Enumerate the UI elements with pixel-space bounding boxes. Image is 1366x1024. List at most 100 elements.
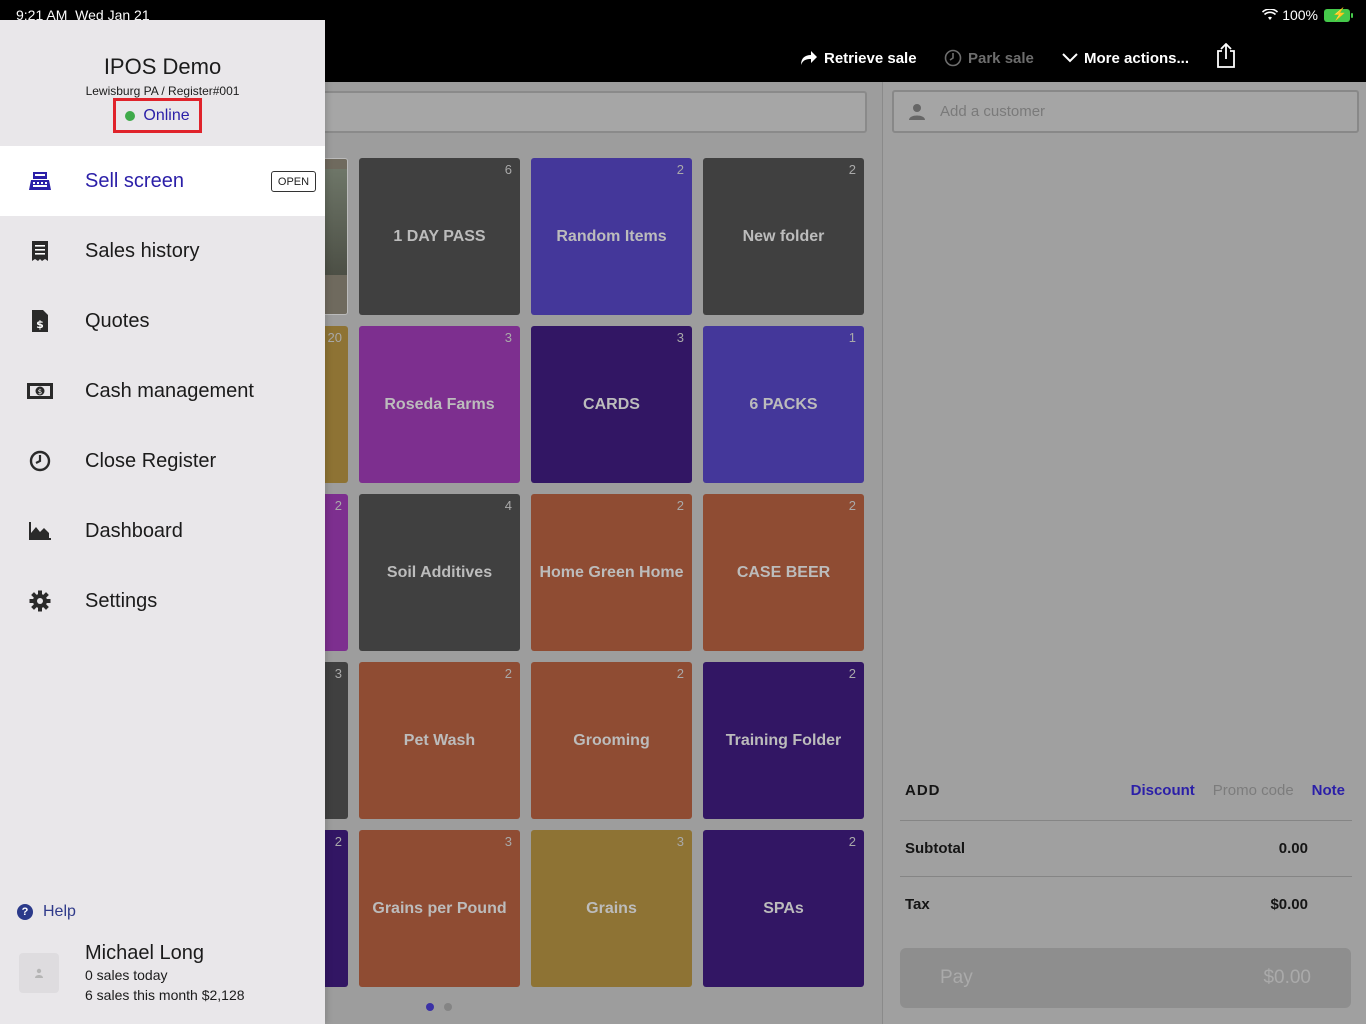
person-icon (35, 968, 43, 978)
tile-item-count: 2 (848, 162, 856, 177)
help-link[interactable]: ? Help (17, 903, 76, 921)
park-sale-button[interactable]: Park sale (944, 46, 1034, 70)
nav-label: Close Register (85, 449, 217, 472)
folder-tile[interactable]: 2 Random Items (531, 158, 692, 315)
navigation-drawer: IPOS Demo Lewisburg PA / Register#001 On… (0, 20, 325, 1024)
add-actions-row: ADD Discount Promo code Note (905, 782, 1345, 799)
tile-item-count: 4 (504, 498, 512, 513)
divider (900, 876, 1352, 877)
tile-item-count: 3 (504, 330, 512, 345)
nav-label: Sell screen (85, 169, 184, 192)
nav-item-settings[interactable]: Settings (0, 566, 325, 636)
folder-tile[interactable]: 2 Training Folder (703, 662, 864, 819)
retrieve-arrow-icon (801, 51, 817, 65)
pay-button[interactable]: Pay $0.00 (900, 948, 1351, 1008)
folder-tile[interactable]: 3 Grains per Pound (359, 830, 520, 987)
tile-label: 6 PACKS (749, 395, 818, 413)
page-dot-active[interactable] (426, 1003, 434, 1011)
folder-tile[interactable]: 2 CASE BEER (703, 494, 864, 651)
page-dot[interactable] (444, 1003, 452, 1011)
folder-tile[interactable]: 3 Roseda Farms (359, 326, 520, 483)
avatar[interactable] (19, 953, 59, 993)
subtotal-label: Subtotal (905, 840, 965, 857)
tile-item-count: 2 (676, 666, 684, 681)
add-customer-input[interactable]: Add a customer (892, 90, 1359, 133)
tile-item-count: 2 (676, 162, 684, 177)
nav-item-close-register[interactable]: Close Register (0, 426, 325, 496)
nav-item-dashboard[interactable]: Dashboard (0, 496, 325, 566)
quote-document-icon: $ (26, 309, 54, 333)
retrieve-sale-button[interactable]: Retrieve sale (800, 46, 917, 70)
folder-tile[interactable]: 3 CARDS (531, 326, 692, 483)
nav-label: Cash management (85, 379, 254, 402)
nav-item-sell-screen[interactable]: Sell screen OPEN (0, 146, 325, 216)
share-icon (1217, 43, 1235, 68)
tile-label: Grains per Pound (372, 899, 507, 917)
connection-status[interactable]: Online (113, 98, 202, 133)
tile-label: SPAs (763, 899, 804, 917)
cash-icon: $ (26, 379, 54, 403)
sales-today: 0 sales today (85, 967, 168, 983)
nav-label: Dashboard (85, 519, 183, 542)
product-search-bar[interactable] (300, 91, 867, 133)
add-label: ADD (905, 782, 941, 799)
battery-icon: ⚡ (1324, 7, 1353, 22)
tile-item-count: 2 (848, 666, 856, 681)
nav-label: Sales history (85, 239, 200, 262)
folder-tile[interactable]: 3 Grains (531, 830, 692, 987)
subtotal-row: Subtotal 0.00 (905, 840, 1308, 857)
page-indicator[interactable] (426, 1003, 452, 1011)
folder-tile[interactable]: 2 SPAs (703, 830, 864, 987)
folder-tile[interactable]: 2 New folder (703, 158, 864, 315)
wifi-icon (1262, 9, 1279, 20)
tile-label: Pet Wash (403, 731, 476, 749)
chevron-down-icon (1062, 53, 1078, 63)
note-link[interactable]: Note (1312, 782, 1345, 799)
nav-label: Quotes (85, 309, 150, 332)
tile-label: CASE BEER (736, 563, 831, 581)
help-label: Help (43, 903, 76, 920)
tile-item-count: 3 (676, 834, 684, 849)
store-location: Lewisburg PA / Register#001 (85, 84, 240, 98)
tax-label: Tax (905, 896, 930, 913)
folder-tile[interactable]: 2 Pet Wash (359, 662, 520, 819)
nav-item-cash-management[interactable]: $ Cash management (0, 356, 325, 426)
folder-tile[interactable]: 2 Home Green Home (531, 494, 692, 651)
promo-code-link[interactable]: Promo code (1213, 782, 1294, 799)
tile-label: Home Green Home (539, 563, 684, 581)
clock-icon (26, 449, 54, 473)
tile-label: Grains (586, 899, 637, 917)
tile-item-count: 2 (848, 834, 856, 849)
cart-panel: Add a customer ADD Discount Promo code N… (882, 82, 1366, 1024)
nav-item-quotes[interactable]: $ Quotes (0, 286, 325, 356)
tile-item-count: 3 (504, 834, 512, 849)
user-name: Michael Long (85, 942, 204, 964)
tile-item-count: 1 (848, 330, 856, 345)
gear-icon (26, 589, 54, 613)
help-icon: ? (17, 904, 33, 920)
tile-item-count: 2 (848, 498, 856, 513)
status-dot-icon (125, 110, 136, 121)
pay-amount: $0.00 (1263, 967, 1311, 988)
register-icon (26, 169, 54, 193)
customer-placeholder: Add a customer (940, 103, 1046, 120)
tile-label: Grooming (573, 731, 650, 749)
more-actions-button[interactable]: More actions... (1062, 46, 1189, 70)
clock-icon (944, 49, 962, 67)
discount-link[interactable]: Discount (1131, 782, 1195, 799)
folder-tile[interactable]: 6 1 DAY PASS (359, 158, 520, 315)
tax-row: Tax $0.00 (905, 896, 1308, 913)
tile-item-count: 2 (676, 498, 684, 513)
folder-tile[interactable]: 4 Soil Additives (359, 494, 520, 651)
person-icon (909, 103, 925, 120)
share-button[interactable] (1215, 43, 1237, 68)
tile-label: Training Folder (725, 731, 842, 749)
folder-tile[interactable]: 1 6 PACKS (703, 326, 864, 483)
nav-label: Settings (85, 589, 158, 612)
folder-tile[interactable]: 2 Grooming (531, 662, 692, 819)
tile-item-count: 2 (504, 666, 512, 681)
tax-value: $0.00 (1270, 896, 1308, 913)
store-name: IPOS Demo (103, 54, 222, 79)
nav-item-sales-history[interactable]: Sales history (0, 216, 325, 286)
svg-text:$: $ (38, 388, 42, 396)
